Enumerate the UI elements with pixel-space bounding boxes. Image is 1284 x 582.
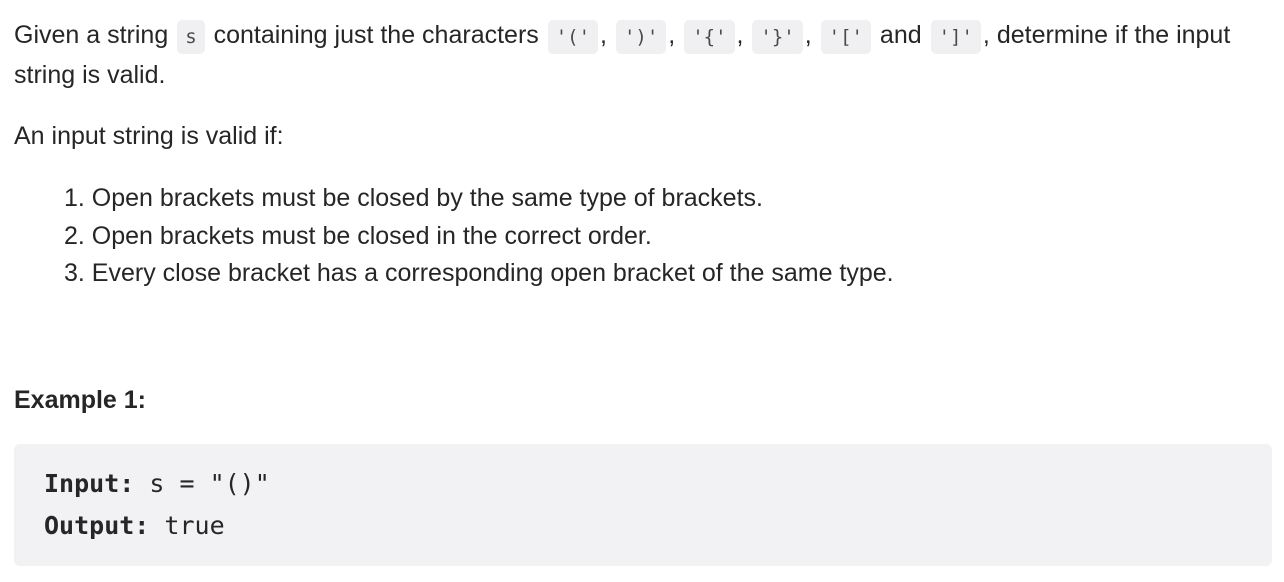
rule-item: 1. Open brackets must be closed by the s… [64, 184, 763, 212]
char-close-paren-code: ')' [615, 20, 667, 54]
separator-text: , [668, 21, 683, 49]
char-open-brace-code: '{' [684, 20, 735, 54]
example-input-line: Input: s = "()" [44, 466, 270, 502]
validity-intro: An input string is valid if: [14, 122, 284, 150]
validity-rules-list: 1. Open brackets must be closed by the s… [64, 180, 894, 293]
char-close-brace-code: '}' [752, 20, 803, 54]
example-heading: Example 1: [14, 386, 147, 414]
variable-s-code: s [177, 20, 205, 54]
output-label: Output: [44, 511, 150, 540]
problem-statement: Given a string s containing just the cha… [14, 16, 1272, 94]
rule-item: 3. Every close bracket has a correspondi… [64, 259, 894, 287]
input-label: Input: [44, 469, 135, 498]
and-text: and [872, 21, 929, 49]
example-output-line: Output: true [44, 508, 225, 544]
char-open-paren-code: '(' [547, 20, 599, 54]
char-close-bracket-code: ']' [930, 20, 981, 54]
separator-text: , [600, 21, 614, 49]
separator-text: , [736, 21, 751, 49]
char-open-bracket-code: '[' [820, 20, 871, 54]
rule-item: 2. Open brackets must be closed in the c… [64, 221, 652, 250]
output-value: true [149, 511, 225, 540]
input-value: s = "()" [134, 469, 270, 498]
statement-text: Given a string [14, 21, 176, 49]
separator-text: , [804, 21, 819, 49]
statement-text: containing just the characters [206, 21, 546, 49]
example-code-block: Input: s = "()" Output: true [14, 444, 1272, 566]
